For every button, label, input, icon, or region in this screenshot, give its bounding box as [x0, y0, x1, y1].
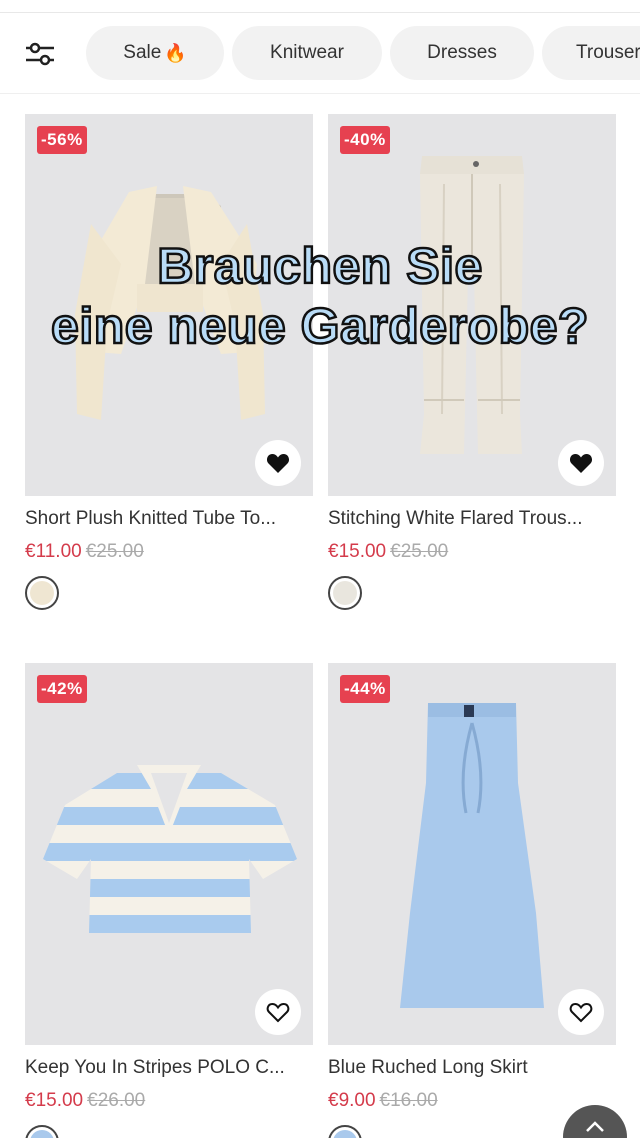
- product-card[interactable]: -56% Short Plush Knitted Tube To... €11.…: [25, 114, 313, 624]
- product-image[interactable]: -40%: [328, 114, 616, 496]
- heart-filled-icon: [266, 454, 290, 473]
- chevron-up-icon: [586, 1121, 604, 1132]
- product-card[interactable]: -40% Stitching White Flared Trous... €15…: [328, 114, 616, 624]
- chip-knitwear[interactable]: Knitwear: [232, 26, 382, 80]
- product-title[interactable]: Stitching White Flared Trous...: [328, 508, 628, 530]
- chip-trousers[interactable]: Trousers: [542, 26, 640, 80]
- discount-badge: -44%: [340, 675, 390, 703]
- favorite-button[interactable]: [558, 440, 604, 486]
- product-title[interactable]: Short Plush Knitted Tube To...: [25, 508, 325, 530]
- product-image[interactable]: -42%: [25, 663, 313, 1045]
- knitted-top-illustration: [75, 186, 265, 420]
- fire-icon: 🔥: [164, 42, 187, 63]
- sale-price: €15.00: [25, 1090, 84, 1111]
- product-image[interactable]: -56%: [25, 114, 313, 496]
- discount-badge: -42%: [37, 675, 87, 703]
- chip-dresses-label: Dresses: [427, 42, 497, 63]
- discount-badge: -56%: [37, 126, 87, 154]
- original-price: €25.00: [85, 541, 144, 562]
- discount-badge: -40%: [340, 126, 390, 154]
- heart-outline-icon: [266, 1002, 290, 1023]
- color-swatch[interactable]: [328, 576, 362, 610]
- color-swatch[interactable]: [328, 1125, 362, 1138]
- color-swatch[interactable]: [25, 1125, 59, 1138]
- filter-sliders-icon[interactable]: [24, 40, 56, 68]
- product-price: €11.00 €25.00: [25, 541, 144, 563]
- product-price: €9.00 €16.00: [328, 1090, 438, 1112]
- favorite-button[interactable]: [558, 989, 604, 1035]
- original-price: €16.00: [379, 1090, 438, 1111]
- sale-price: €11.00: [25, 541, 82, 562]
- chip-dresses[interactable]: Dresses: [390, 26, 534, 80]
- category-filter-bar: Sale 🔥 Knitwear Dresses Trousers: [0, 26, 640, 82]
- chip-trousers-label: Trousers: [576, 42, 640, 63]
- chip-knitwear-label: Knitwear: [270, 42, 344, 63]
- color-swatch[interactable]: [25, 576, 59, 610]
- flared-trousers-illustration: [420, 156, 524, 454]
- filter-bar-divider: [0, 93, 640, 94]
- product-price: €15.00 €25.00: [328, 541, 448, 563]
- favorite-button[interactable]: [255, 440, 301, 486]
- product-title[interactable]: Keep You In Stripes POLO C...: [25, 1057, 325, 1079]
- favorite-button[interactable]: [255, 989, 301, 1035]
- product-card[interactable]: -42% Keep You In Stripes POLO C... €15.0…: [25, 663, 313, 1138]
- ruched-skirt-illustration: [400, 703, 544, 1008]
- sale-price: €9.00: [328, 1090, 376, 1111]
- product-title[interactable]: Blue Ruched Long Skirt: [328, 1057, 628, 1079]
- product-image[interactable]: -44%: [328, 663, 616, 1045]
- original-price: €26.00: [87, 1090, 146, 1111]
- product-card[interactable]: -44% Blue Ruched Long Skirt €9.00 €16.00: [328, 663, 616, 1138]
- chip-sale-label: Sale: [123, 42, 162, 63]
- striped-polo-illustration: [43, 765, 297, 933]
- product-price: €15.00 €26.00: [25, 1090, 145, 1112]
- heart-outline-icon: [569, 1002, 593, 1023]
- sale-price: €15.00: [328, 541, 387, 562]
- chip-sale[interactable]: Sale 🔥: [86, 26, 224, 80]
- heart-filled-icon: [569, 454, 593, 473]
- original-price: €25.00: [390, 541, 449, 562]
- top-divider: [0, 12, 640, 13]
